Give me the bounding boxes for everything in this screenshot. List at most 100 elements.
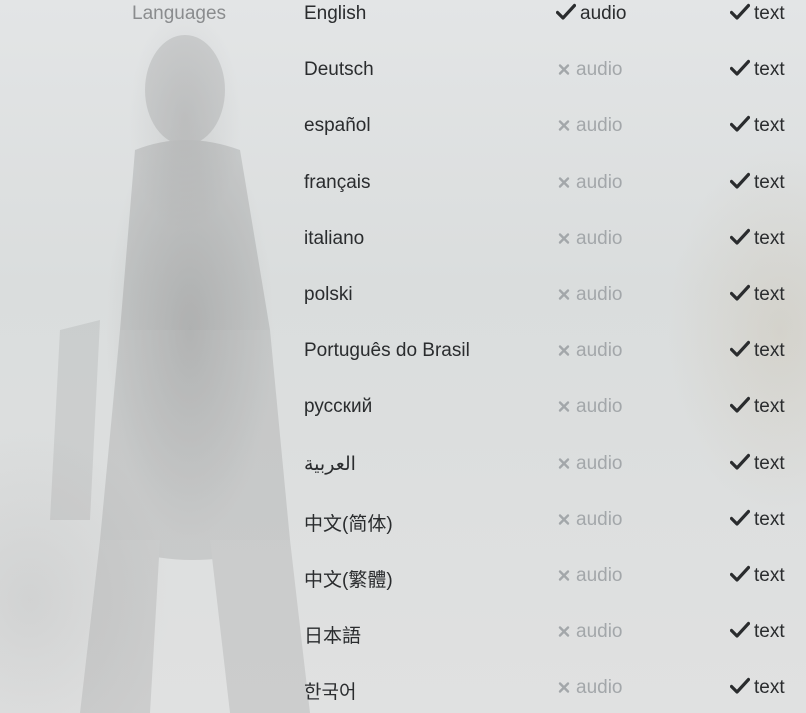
text-support-status: text [730,3,785,25]
cross-icon [556,175,572,190]
language-name: 한국어 [304,682,357,704]
text-support-status: text [730,453,785,475]
text-support-status: text [730,284,785,306]
audio-label: audio [576,508,623,530]
audio-label: audio [576,340,623,362]
audio-label: audio [576,452,623,474]
language-name: français [304,171,371,193]
audio-label: audio [576,621,623,643]
language-name: 中文(繁體) [304,570,393,591]
cross-icon [556,624,572,639]
text-support-status: text [730,172,785,194]
text-support-status: text [730,565,785,587]
text-support-status: text [730,677,785,699]
audio-support-status: audio [556,3,627,25]
text-label: text [754,396,785,418]
text-label: text [754,3,785,24]
cross-icon [556,456,572,471]
audio-label: audio [580,3,627,24]
check-icon [556,3,576,21]
audio-support-status: audio [556,284,623,306]
language-name: italiano [304,227,365,249]
audio-support-status: audio [556,59,623,81]
text-label: text [754,677,785,699]
language-name: العربية [304,453,356,475]
check-icon [730,509,750,527]
audio-support-status: audio [556,677,623,699]
language-row: italiano audio text [0,225,806,281]
audio-support-status: audio [556,172,623,194]
cross-icon [556,399,572,414]
cross-icon [556,287,572,302]
text-label: text [754,565,785,586]
language-row: français audio text [0,169,806,225]
language-name: 中文(简体) [304,513,393,535]
language-row: العربية audio text [0,450,806,506]
text-label: text [754,508,785,530]
text-label: text [754,340,785,362]
audio-support-status: audio [556,340,623,362]
cross-icon [556,512,572,527]
text-support-status: text [730,228,785,250]
language-row: русский audio text [0,393,806,449]
text-support-status: text [730,115,785,137]
language-name: Deutsch [304,59,374,81]
audio-label: audio [576,115,623,137]
audio-label: audio [576,396,623,418]
check-icon [730,677,750,695]
cross-icon [556,568,572,583]
audio-label: audio [576,59,623,81]
audio-label: audio [576,677,623,699]
language-row: Português do Brasil audio text [0,337,806,393]
text-support-status: text [730,340,785,362]
language-name: polski [304,284,353,305]
check-icon [730,172,750,190]
audio-support-status: audio [556,565,623,587]
language-row: 日本語 audio text [0,618,806,674]
check-icon [730,453,750,471]
language-row: 한국어 audio text [0,674,806,713]
cross-icon [556,343,572,358]
language-name: русский [304,396,373,418]
check-icon [730,621,750,639]
cross-icon [556,680,572,695]
audio-label: audio [576,565,623,586]
text-label: text [754,59,785,81]
language-name: Português do Brasil [304,340,470,362]
language-row: English audio text [0,0,806,56]
text-label: text [754,452,785,474]
check-icon [730,115,750,133]
text-support-status: text [730,396,785,418]
language-name: English [304,3,367,24]
text-label: text [754,284,785,305]
text-support-status: text [730,59,785,81]
check-icon [730,565,750,583]
language-row: español audio text [0,112,806,168]
audio-label: audio [576,171,623,193]
check-icon [730,396,750,414]
check-icon [730,3,750,21]
language-row: 中文(简体) audio text [0,506,806,562]
text-support-status: text [730,621,785,643]
audio-support-status: audio [556,509,623,531]
audio-support-status: audio [556,621,623,643]
cross-icon [556,62,572,77]
check-icon [730,59,750,77]
audio-support-status: audio [556,453,623,475]
language-row: Deutsch audio text [0,56,806,112]
language-row: polski audio text [0,281,806,337]
check-icon [730,228,750,246]
audio-support-status: audio [556,115,623,137]
cross-icon [556,231,572,246]
language-name: español [304,115,371,137]
text-label: text [754,171,785,193]
audio-label: audio [576,227,623,249]
language-row: 中文(繁體) audio text [0,562,806,618]
text-support-status: text [730,509,785,531]
check-icon [730,284,750,302]
text-label: text [754,227,785,249]
audio-label: audio [576,284,623,305]
text-label: text [754,621,785,643]
language-name: 日本語 [304,626,362,648]
check-icon [730,340,750,358]
